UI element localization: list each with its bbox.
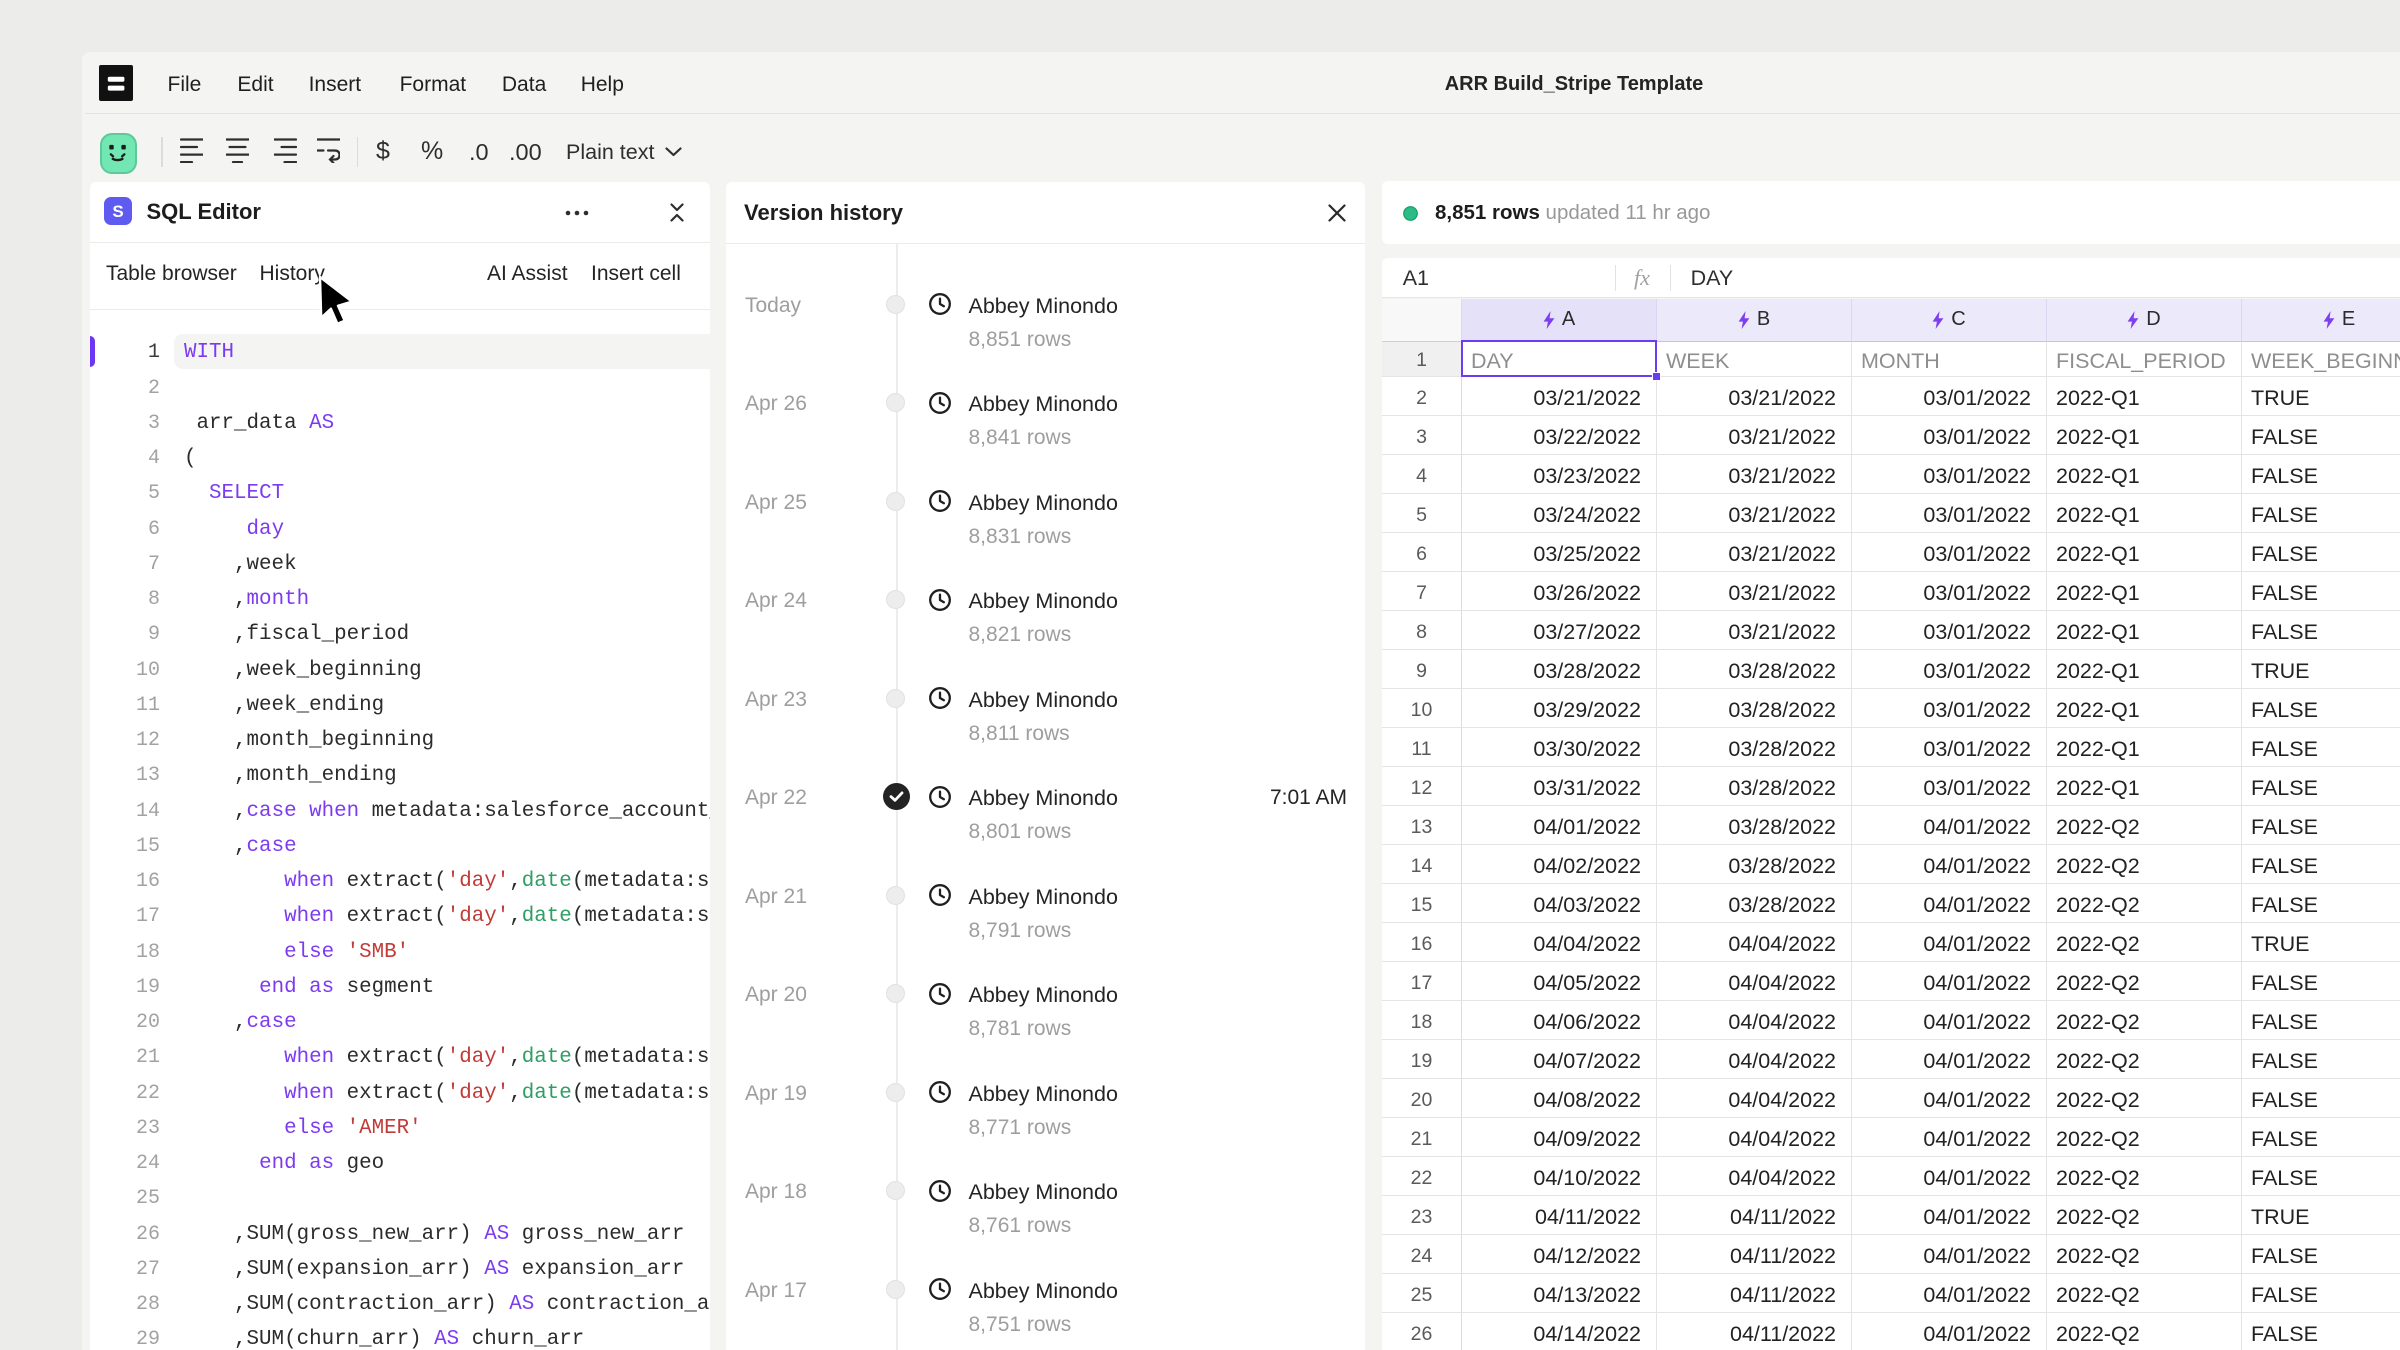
svg-text:S: S	[112, 202, 123, 221]
